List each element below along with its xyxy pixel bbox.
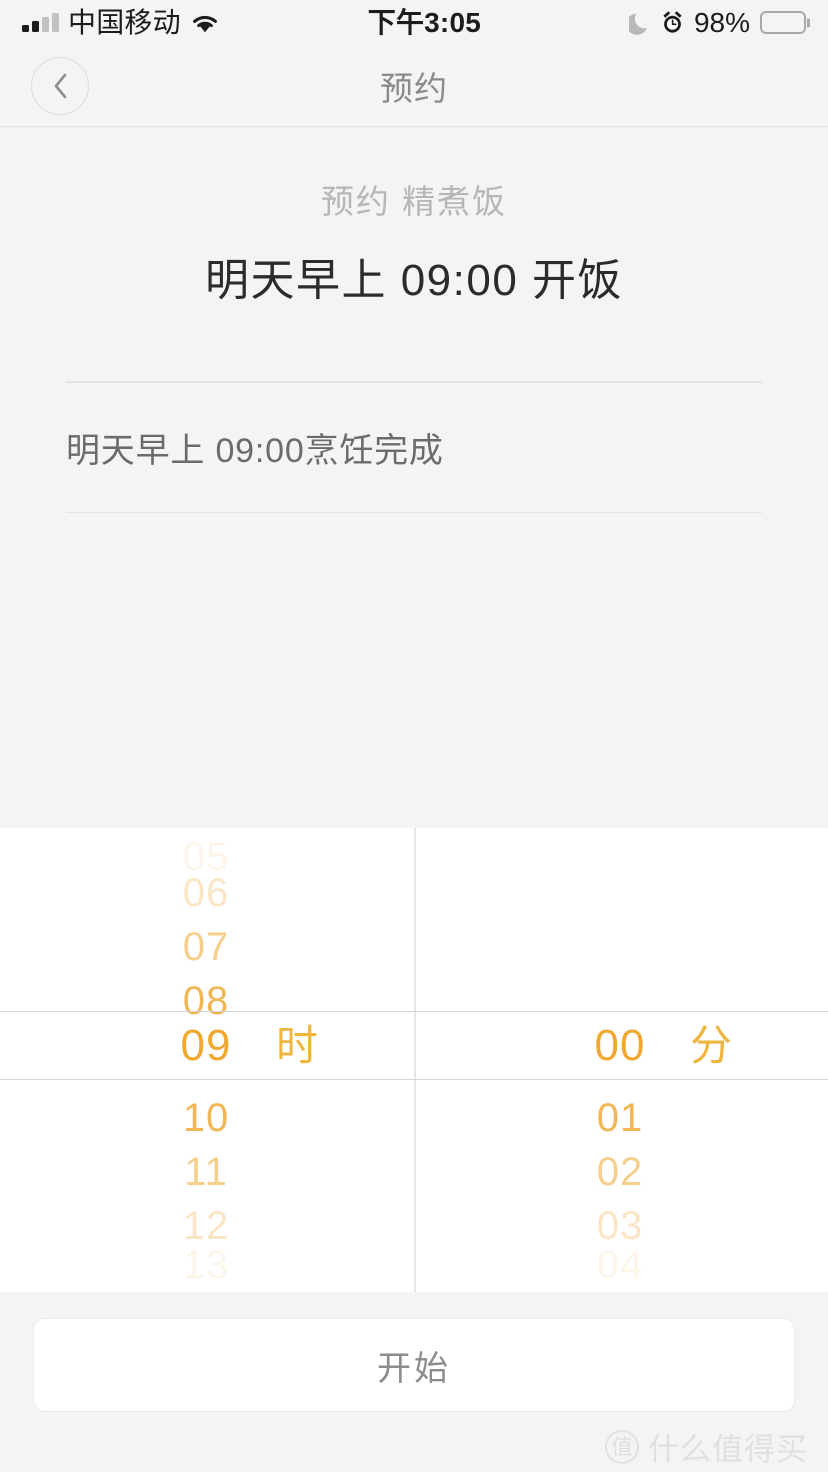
signal-icon [22,13,59,32]
watermark: 值 什么值得买 [605,1424,808,1469]
hour-option[interactable]: 13 [0,1238,414,1292]
status-bar-right: 98% [626,6,806,38]
page-title: 预约 [380,69,448,107]
summary-subtitle: 预约 精煮饭 [320,183,508,220]
status-time: 下午3:05 [367,6,481,38]
hour-unit-label: 时 [276,1022,320,1069]
minute-wheel[interactable]: 00 分 01 02 03 04 [414,828,828,1292]
summary-panel: 预约 精煮饭 明天早上 09:00 开饭 明天早上 09:00烹饪完成 [0,128,828,513]
wifi-icon [190,12,220,34]
status-bar: 中国移动 下午3:05 98% [0,0,828,45]
watermark-badge-icon: 值 [605,1429,639,1464]
battery-icon [760,11,806,34]
minute-option[interactable]: 04 [414,1238,828,1292]
hour-option[interactable]: 11 [0,1145,414,1199]
minute-option[interactable]: 02 [414,1145,828,1199]
status-bar-center: 下午3:05 [220,6,629,38]
moon-icon [626,11,651,35]
phone-screen: 中国移动 下午3:05 98% 预约 预约 精煮饭 明天早上 09:00 开饭 … [0,0,828,1472]
status-bar-left: 中国移动 [22,6,220,38]
hour-wheel-items: 05 06 07 08 09 时 10 11 12 13 [0,828,414,1292]
hour-selected[interactable]: 09 时 [0,1011,414,1080]
nav-bar: 预约 [0,45,828,127]
cook-finish-row[interactable]: 明天早上 09:00烹饪完成 [0,383,828,512]
hour-option[interactable]: 07 [0,920,414,974]
carrier-label: 中国移动 [68,6,181,38]
summary-headline: 明天早上 09:00 开饭 [204,256,624,305]
divider-bottom [66,511,762,513]
minute-unit-label: 分 [690,1022,734,1069]
start-button[interactable]: 开始 [33,1318,795,1412]
hour-option[interactable]: 06 [0,866,414,920]
alarm-icon [661,10,684,35]
hour-wheel[interactable]: 05 06 07 08 09 时 10 11 12 13 [0,828,414,1292]
time-picker[interactable]: 05 06 07 08 09时 10 11 12 13 00分 01 02 [0,828,828,1292]
minute-selected[interactable]: 00 分 [414,1011,828,1080]
battery-percent: 98% [693,6,750,38]
minute-wheel-items: 00 分 01 02 03 04 [414,828,828,1292]
minute-value: 00 [594,1021,646,1070]
minute-option[interactable]: 01 [414,1091,828,1145]
hour-value: 09 [180,1021,232,1070]
watermark-text: 什么值得买 [648,1432,808,1467]
hour-option[interactable]: 10 [0,1091,414,1145]
picker-column-divider [414,828,416,1292]
